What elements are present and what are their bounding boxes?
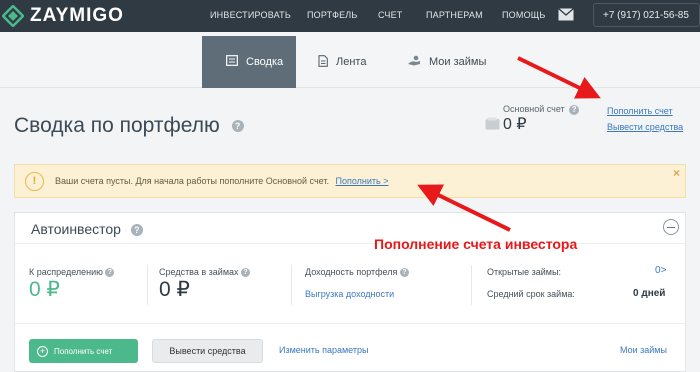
divider (291, 265, 292, 305)
phone-number[interactable]: +7 (917) 021-56-85 (593, 3, 700, 27)
warning-icon: ! (25, 172, 44, 191)
divider (147, 265, 148, 305)
divider (15, 243, 685, 244)
my-loans-link[interactable]: Мои займы (620, 345, 667, 355)
wallet-icon (485, 117, 500, 130)
divider (471, 265, 472, 305)
tab-my-loans[interactable]: Мои займы (408, 36, 498, 88)
help-icon[interactable]: ? (231, 120, 244, 133)
logo[interactable]: ZAYMIGO (1, 4, 124, 28)
topup-account-button-label: Пополнить счет (54, 346, 113, 356)
to-distribute-label: К распределению ? (29, 267, 115, 278)
page-title-text: Сводка по портфелю (14, 114, 220, 137)
tab-feed[interactable]: Лента (318, 36, 388, 88)
main-account-value: 0 ₽ (503, 116, 527, 133)
topup-account-link[interactable]: Пополнить счет (607, 106, 673, 116)
to-distribute-value: 0 ₽ (29, 278, 60, 301)
tab-my-loans-label: Мои займы (429, 56, 487, 68)
annotation-label: Пополнение счета инвестора (374, 236, 578, 252)
divider (15, 323, 685, 324)
tab-feed-label: Лента (336, 56, 367, 68)
open-loans-count: 0 (655, 265, 661, 276)
withdraw-funds-button[interactable]: Вывести средства (152, 339, 263, 363)
tab-summary[interactable]: Сводка (202, 36, 296, 88)
warning-text: Ваши счета пусты. Для начала работы попо… (55, 176, 388, 186)
in-loans-label-text: Средства в займах (159, 267, 239, 277)
warning-topup-link[interactable]: Пополнить > (336, 176, 389, 186)
collapse-icon[interactable] (663, 219, 679, 235)
portfolio-yield-label: Доходность портфеля ? (305, 267, 409, 278)
open-loans-value[interactable]: 0> (655, 265, 666, 276)
hand-coins-icon (408, 55, 421, 69)
envelope-icon[interactable] (558, 8, 574, 21)
autoinvestor-card: Автоинвестор ? К распределению ? 0 ₽ Сре… (14, 212, 686, 372)
tab-summary-label: Сводка (246, 56, 284, 68)
top-navbar: ZAYMIGO Инвестировать Портфель Счет Парт… (0, 0, 700, 32)
close-icon[interactable]: × (673, 166, 680, 180)
nav-portfolio[interactable]: Портфель (307, 10, 358, 20)
open-loans-label: Открытые займы: (487, 267, 561, 277)
page-title: Сводка по портфелю ? (14, 114, 244, 138)
empty-accounts-warning: ! Ваши счета пусты. Для начала работы по… (14, 164, 686, 198)
nav-partners[interactable]: Партнерам (426, 10, 483, 20)
change-params-link[interactable]: Изменить параметры (279, 345, 368, 355)
plus-icon: + (37, 345, 48, 357)
nav-account[interactable]: Счет (378, 10, 403, 20)
help-icon[interactable]: ? (399, 268, 409, 278)
warning-message: Ваши счета пусты. Для начала работы попо… (55, 176, 329, 186)
avg-term-value: 0 дней (633, 288, 666, 299)
portfolio-subnav: Сводка Лента Мои займы (0, 32, 700, 88)
in-loans-value: 0 ₽ (159, 278, 190, 301)
portfolio-yield-label-text: Доходность портфеля (305, 267, 398, 277)
help-icon[interactable]: ? (105, 268, 115, 278)
yield-export-link[interactable]: Выгрузка доходности (305, 289, 394, 299)
document-icon (318, 54, 328, 70)
help-icon[interactable]: ? (241, 268, 251, 278)
logo-icon (1, 4, 25, 28)
autoinvestor-title-text: Автоинвестор (31, 221, 121, 237)
summary-icon (226, 55, 238, 69)
in-loans-label: Средства в займах ? (159, 267, 251, 278)
withdraw-funds-link[interactable]: Вывести средства (607, 122, 683, 132)
logo-text: ZAYMIGO (30, 5, 124, 26)
avg-term-label: Средний срок займа: (487, 289, 575, 299)
to-distribute-label-text: К распределению (29, 267, 103, 277)
main-account-label-text: Основной счет (503, 104, 565, 114)
help-icon[interactable]: ? (130, 224, 143, 237)
nav-help[interactable]: Помощь (502, 10, 546, 20)
autoinvestor-title: Автоинвестор ? (31, 221, 143, 237)
help-icon[interactable]: ? (569, 104, 580, 115)
nav-invest[interactable]: Инвестировать (210, 10, 291, 20)
topup-account-button[interactable]: + Пополнить счет (29, 339, 138, 363)
